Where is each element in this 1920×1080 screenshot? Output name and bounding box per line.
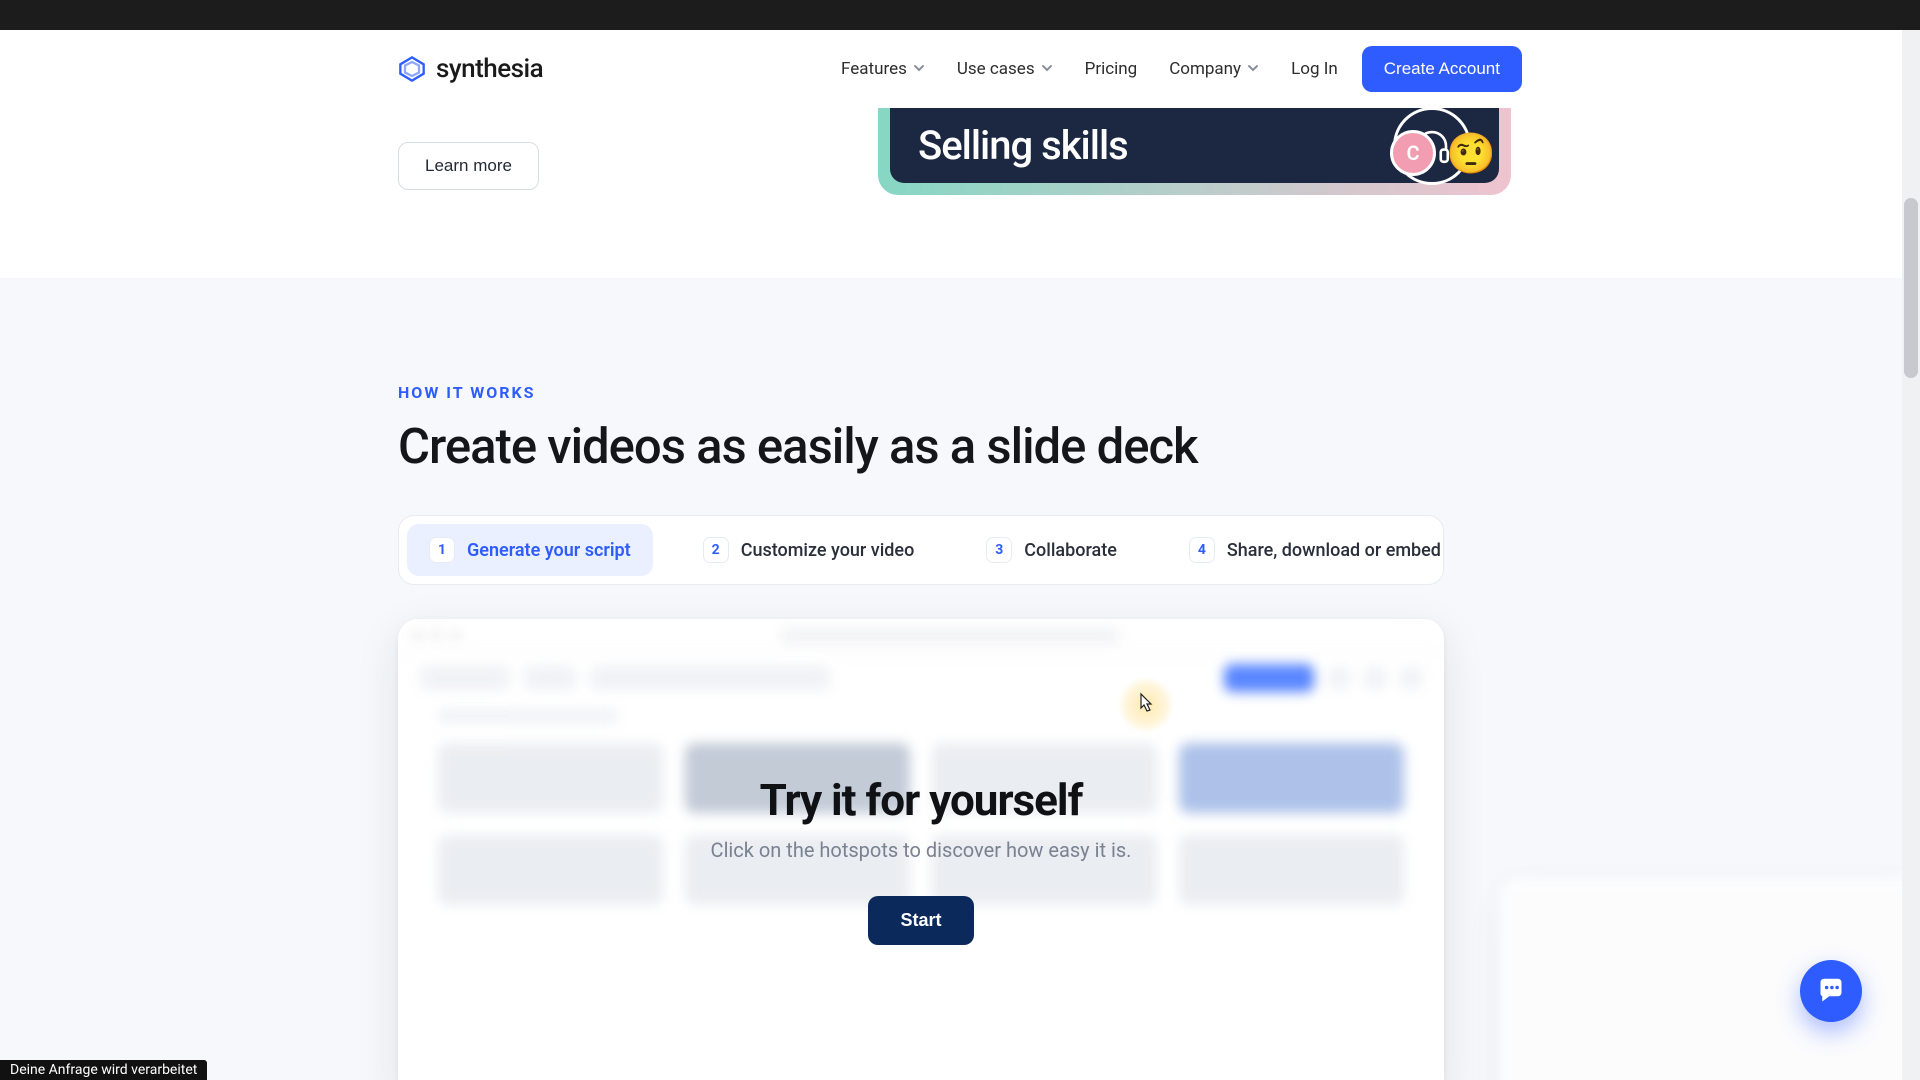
nav-features-label: Features xyxy=(841,59,907,79)
tab-label: Share, download or embed xyxy=(1227,540,1441,561)
tab-customize-video[interactable]: 2 Customize your video xyxy=(681,524,937,576)
nav-links: Features Use cases Pricing Company xyxy=(841,59,1259,79)
chat-bubble-icon xyxy=(1817,977,1845,1005)
tab-generate-script[interactable]: 1 Generate your script xyxy=(407,524,653,576)
nav-company[interactable]: Company xyxy=(1169,59,1259,79)
promo-title: Selling skills xyxy=(918,122,1128,169)
nav-features[interactable]: Features xyxy=(841,59,925,79)
nav-use-cases[interactable]: Use cases xyxy=(957,59,1053,79)
create-account-button[interactable]: Create Account xyxy=(1362,46,1522,92)
section-eyebrow: HOW IT WORKS xyxy=(398,383,1920,402)
brand-logo[interactable]: synthesia xyxy=(398,54,543,84)
nav-right: Log In Create Account xyxy=(1291,46,1522,92)
tab-number: 4 xyxy=(1189,537,1215,563)
tab-number: 2 xyxy=(703,537,729,563)
tab-number: 1 xyxy=(429,537,455,563)
status-toast: Deine Anfrage wird verarbeitet xyxy=(0,1060,207,1080)
hero-row: Learn more Selling skills C 🤨 xyxy=(0,108,1920,278)
chat-fab[interactable] xyxy=(1800,960,1862,1022)
chevron-down-icon xyxy=(913,59,925,79)
nav-pricing[interactable]: Pricing xyxy=(1085,59,1138,79)
emoji-raised-eyebrow-icon: 🤨 xyxy=(1446,130,1496,177)
demo-card[interactable]: Try it for yourself Click on the hotspot… xyxy=(398,619,1444,1080)
overlay-subtitle: Click on the hotspots to discover how ea… xyxy=(711,838,1132,862)
chevron-down-icon xyxy=(1247,59,1259,79)
learn-more-button[interactable]: Learn more xyxy=(398,142,539,190)
nav-company-label: Company xyxy=(1169,59,1241,79)
section-heading: Create videos as easily as a slide deck xyxy=(398,418,1920,475)
login-link[interactable]: Log In xyxy=(1291,59,1338,79)
overlay-title: Try it for yourself xyxy=(760,774,1083,826)
tab-number: 3 xyxy=(986,537,1012,563)
avatar-c: C xyxy=(1390,130,1436,176)
tab-collaborate[interactable]: 3 Collaborate xyxy=(964,524,1139,576)
tab-label: Generate your script xyxy=(467,540,631,561)
brand-name: synthesia xyxy=(436,54,543,84)
demo-overlay: Try it for yourself Click on the hotspot… xyxy=(398,619,1444,1080)
reaction-stack: C 🤨 xyxy=(1380,108,1510,195)
synthesia-logo-icon xyxy=(398,55,426,83)
tab-share-download-embed[interactable]: 4 Share, download or embed xyxy=(1167,524,1463,576)
steps-tabs: 1 Generate your script 2 Customize your … xyxy=(398,515,1444,585)
tab-label: Customize your video xyxy=(741,540,915,561)
interactive-demo: Try it for yourself Click on the hotspot… xyxy=(398,619,1444,1080)
chevron-down-icon xyxy=(1041,59,1053,79)
scrollbar-thumb[interactable] xyxy=(1904,198,1918,378)
how-it-works-section: HOW IT WORKS Create videos as easily as … xyxy=(0,278,1920,1080)
start-button[interactable]: Start xyxy=(868,896,973,945)
nav-use-cases-label: Use cases xyxy=(957,59,1035,79)
page-scrollbar[interactable] xyxy=(1902,30,1920,1080)
browser-top-strip xyxy=(0,0,1920,30)
tab-label: Collaborate xyxy=(1024,540,1117,561)
nav-pricing-label: Pricing xyxy=(1085,59,1138,79)
site-nav: synthesia Features Use cases Pricing Com… xyxy=(0,30,1920,108)
